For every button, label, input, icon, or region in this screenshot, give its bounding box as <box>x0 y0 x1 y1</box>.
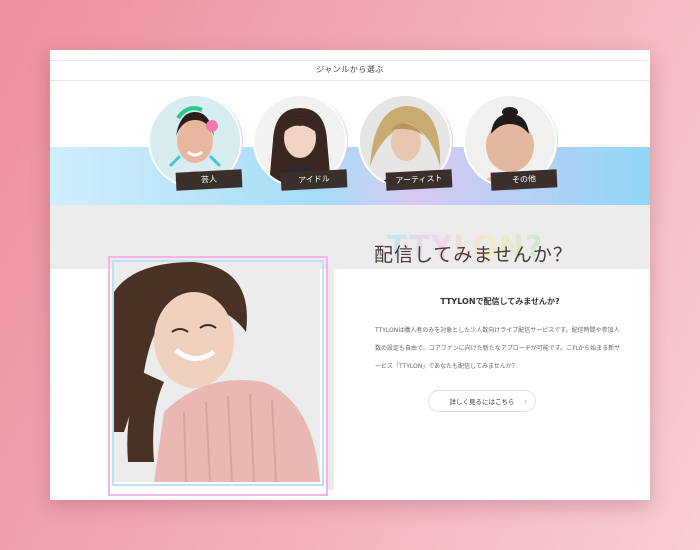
genre-label: アイドル <box>280 169 348 191</box>
genre-label: その他 <box>490 169 558 191</box>
more-details-button[interactable]: 詳しく見るにはこちら › <box>428 390 536 412</box>
genre-section-title: ジャンルから選ぶ <box>316 65 384 74</box>
genre-label: アーティスト <box>385 169 453 191</box>
genre-item-artist[interactable]: アーティスト <box>358 94 461 195</box>
photo-frame-pink <box>108 256 328 496</box>
genre-item-idol[interactable]: アイドル <box>253 94 356 195</box>
chevron-right-icon: › <box>523 397 527 406</box>
genre-section-header: ジャンルから選ぶ <box>50 60 650 81</box>
genre-item-comedian[interactable]: 芸人 <box>148 94 251 195</box>
intro-description: TTYLONは購入者のみを対象とした少人数向けライブ配信サービスです。配信時間や… <box>375 327 621 370</box>
divider <box>50 80 650 81</box>
genre-item-other[interactable]: その他 <box>463 94 566 195</box>
more-details-label: 詳しく見るにはこちら <box>449 398 515 406</box>
intro-title: TTYLONで配信してみませんか? <box>440 297 560 306</box>
divider <box>50 60 650 61</box>
catchphrase: 配信してみませんか？ <box>374 244 573 266</box>
content-card: ジャンルから選ぶ 芸人 アイドル アーティスト その他 TTYLON? 配信して… <box>50 50 650 500</box>
genre-label: 芸人 <box>175 169 243 191</box>
